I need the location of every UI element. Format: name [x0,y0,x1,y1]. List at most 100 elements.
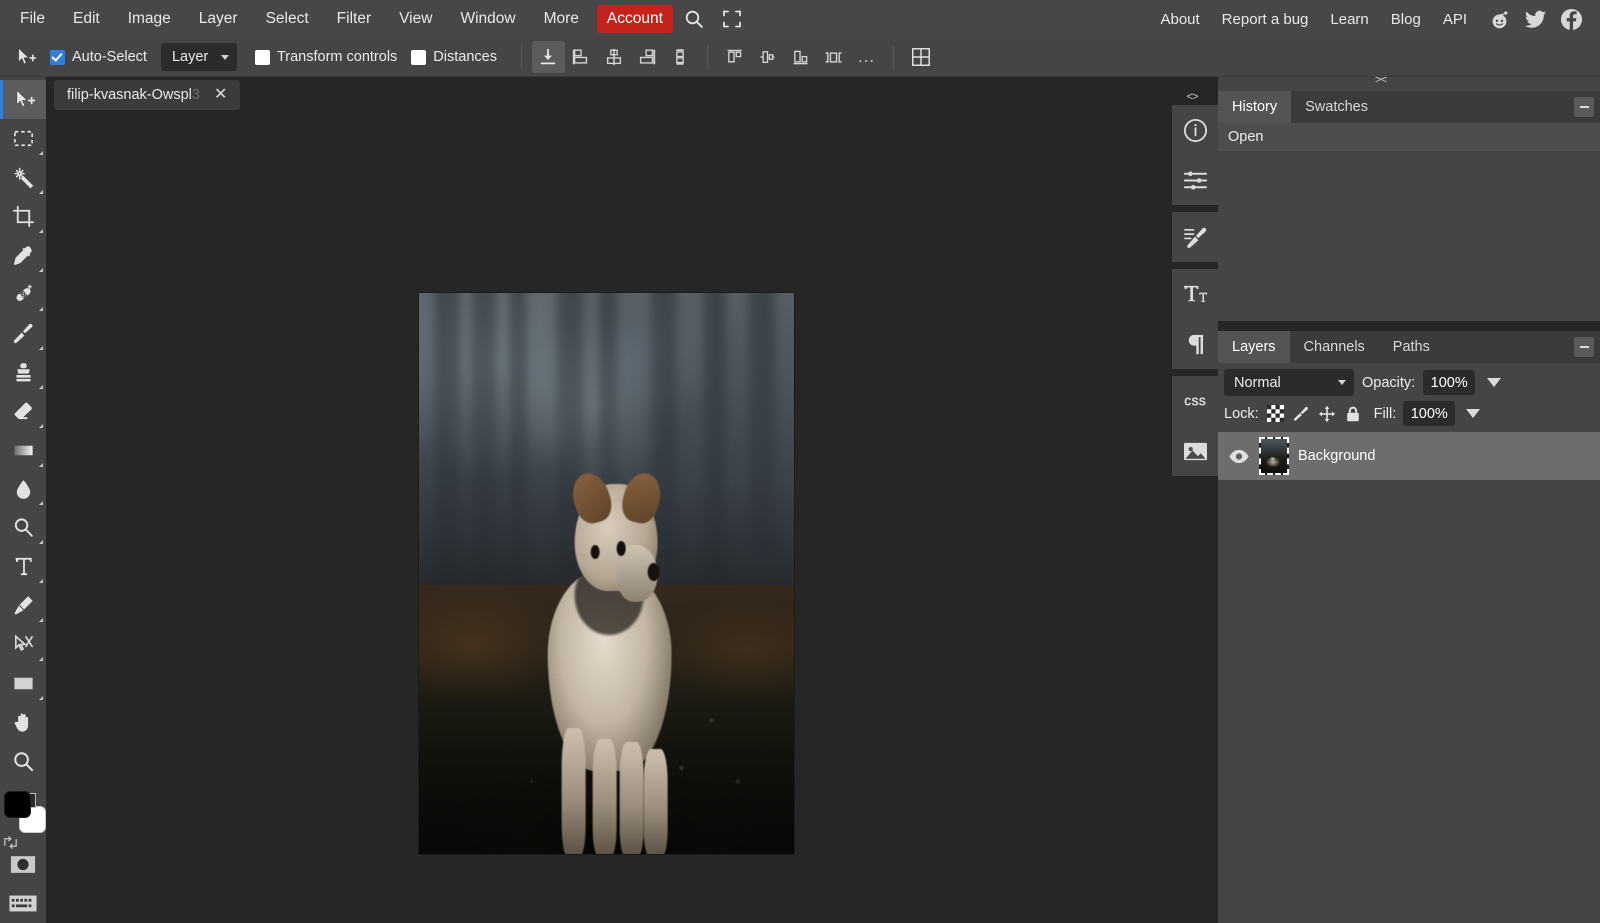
adjustments-icon[interactable] [1172,155,1218,205]
image-icon[interactable] [1172,426,1218,476]
blend-mode-dropdown[interactable]: Normal [1224,369,1354,396]
menu-edit[interactable]: Edit [59,6,114,32]
tab-channels[interactable]: Channels [1290,331,1379,363]
fullscreen-icon[interactable] [715,4,749,34]
link-api[interactable]: API [1432,7,1478,32]
foreground-color-swatch[interactable] [4,791,31,818]
auto-select-target-value: Layer [172,49,208,65]
tool-eyedropper[interactable] [0,236,46,275]
distribute-top-button[interactable] [718,41,751,73]
eye-icon[interactable] [1228,449,1250,464]
css-icon[interactable]: CSS [1172,376,1218,426]
lock-transparency-icon[interactable] [1266,404,1285,423]
tool-crop[interactable] [0,197,46,236]
brush-settings-icon[interactable] [1172,212,1218,262]
search-icon[interactable] [677,4,711,34]
tool-blur[interactable] [0,470,46,509]
lock-all-icon[interactable] [1344,404,1363,423]
distances-check-box-icon[interactable] [411,50,426,65]
menu-filter[interactable]: Filter [323,6,385,32]
opacity-input[interactable]: 100% [1423,370,1475,395]
menu-layer[interactable]: Layer [185,6,252,32]
tab-paths[interactable]: Paths [1379,331,1444,363]
tool-gradient[interactable] [0,431,46,470]
menu-window[interactable]: Window [446,6,529,32]
document-image[interactable] [419,293,794,854]
tool-clone-stamp[interactable] [0,353,46,392]
character-icon[interactable] [1172,269,1218,319]
options-separator-3 [893,45,894,69]
lock-position-icon[interactable] [1318,404,1337,423]
keyboard-shortcuts-icon[interactable] [0,884,46,923]
distribute-middle-button[interactable] [751,41,784,73]
tool-expand-corner-icon [39,540,43,544]
collapse-panels-right-icon[interactable]: >< [1375,74,1386,88]
tool-spot-healing-brush[interactable] [0,275,46,314]
tab-swatches[interactable]: Swatches [1291,91,1382,123]
auto-select-target-dropdown[interactable]: Layer [161,43,237,71]
align-top-button[interactable] [664,41,697,73]
auto-select-check-box-icon[interactable] [50,50,65,65]
lock-pixels-icon[interactable] [1292,404,1311,423]
color-swatches[interactable] [0,787,46,845]
facebook-icon[interactable] [1556,4,1586,34]
photopea-app: File Edit Image Layer Select Filter View… [0,0,1600,923]
grid-arrange-icon[interactable] [904,41,937,73]
tool-eraser[interactable] [0,392,46,431]
reddit-icon[interactable] [1484,4,1514,34]
tool-brush[interactable] [0,314,46,353]
tab-history[interactable]: History [1218,91,1291,123]
auto-select-checkbox[interactable]: Auto-Select [50,49,147,65]
menu-more[interactable]: More [530,6,593,32]
transform-controls-checkbox[interactable]: Transform controls [255,49,397,65]
link-learn[interactable]: Learn [1319,7,1379,32]
link-about[interactable]: About [1149,7,1210,32]
layer-list: Background [1218,432,1600,923]
menu-select[interactable]: Select [252,6,323,32]
link-blog[interactable]: Blog [1380,7,1432,32]
layer-row-background[interactable]: Background [1218,432,1600,480]
fill-slider-toggle-icon[interactable] [1466,409,1480,418]
twitter-icon[interactable] [1520,4,1550,34]
tool-hand[interactable] [0,703,46,742]
tool-pen[interactable] [0,586,46,625]
panel-splitter[interactable] [1218,321,1600,331]
more-align-options-button[interactable]: ... [850,52,883,62]
align-center-horizontal-button[interactable] [598,41,631,73]
align-right-button[interactable] [631,41,664,73]
link-report-a-bug[interactable]: Report a bug [1211,7,1320,32]
account-button[interactable]: Account [597,5,673,33]
menu-view[interactable]: View [385,6,446,32]
tool-move[interactable] [0,80,46,119]
menu-image[interactable]: Image [114,6,185,32]
distribute-spacing-button[interactable] [817,41,850,73]
menu-file[interactable]: File [6,6,59,32]
panel-menu-icon[interactable] [1574,97,1594,117]
paragraph-icon[interactable] [1172,319,1218,369]
tab-layers[interactable]: Layers [1218,331,1290,363]
tool-path-selection[interactable] [0,625,46,664]
opacity-slider-toggle-icon[interactable] [1487,378,1501,387]
transform-controls-check-box-icon[interactable] [255,50,270,65]
tool-magic-wand[interactable] [0,158,46,197]
close-icon[interactable]: ✕ [212,87,229,103]
tool-dodge[interactable] [0,508,46,547]
fill-input[interactable]: 100% [1403,401,1455,426]
history-item-open[interactable]: Open [1218,123,1600,151]
layer-thumbnail[interactable] [1259,437,1289,475]
align-left-button[interactable] [565,41,598,73]
tool-rectangular-marquee[interactable] [0,119,46,158]
panel-menu-icon[interactable] [1574,337,1594,357]
document-tab[interactable]: filip-kvasnak-Owspl3 ✕ [54,80,240,110]
align-distribute-button[interactable] [532,41,565,73]
canvas-viewport[interactable] [46,113,1166,923]
tool-rectangle[interactable] [0,664,46,703]
tool-type[interactable] [0,547,46,586]
distances-checkbox[interactable]: Distances [411,49,497,65]
tool-expand-corner-icon [39,385,43,389]
collapse-panels-left-icon[interactable]: <> [1166,91,1218,105]
quick-mask-icon[interactable] [0,845,46,884]
tool-zoom[interactable] [0,742,46,781]
info-icon[interactable] [1172,105,1218,155]
distribute-bottom-button[interactable] [784,41,817,73]
